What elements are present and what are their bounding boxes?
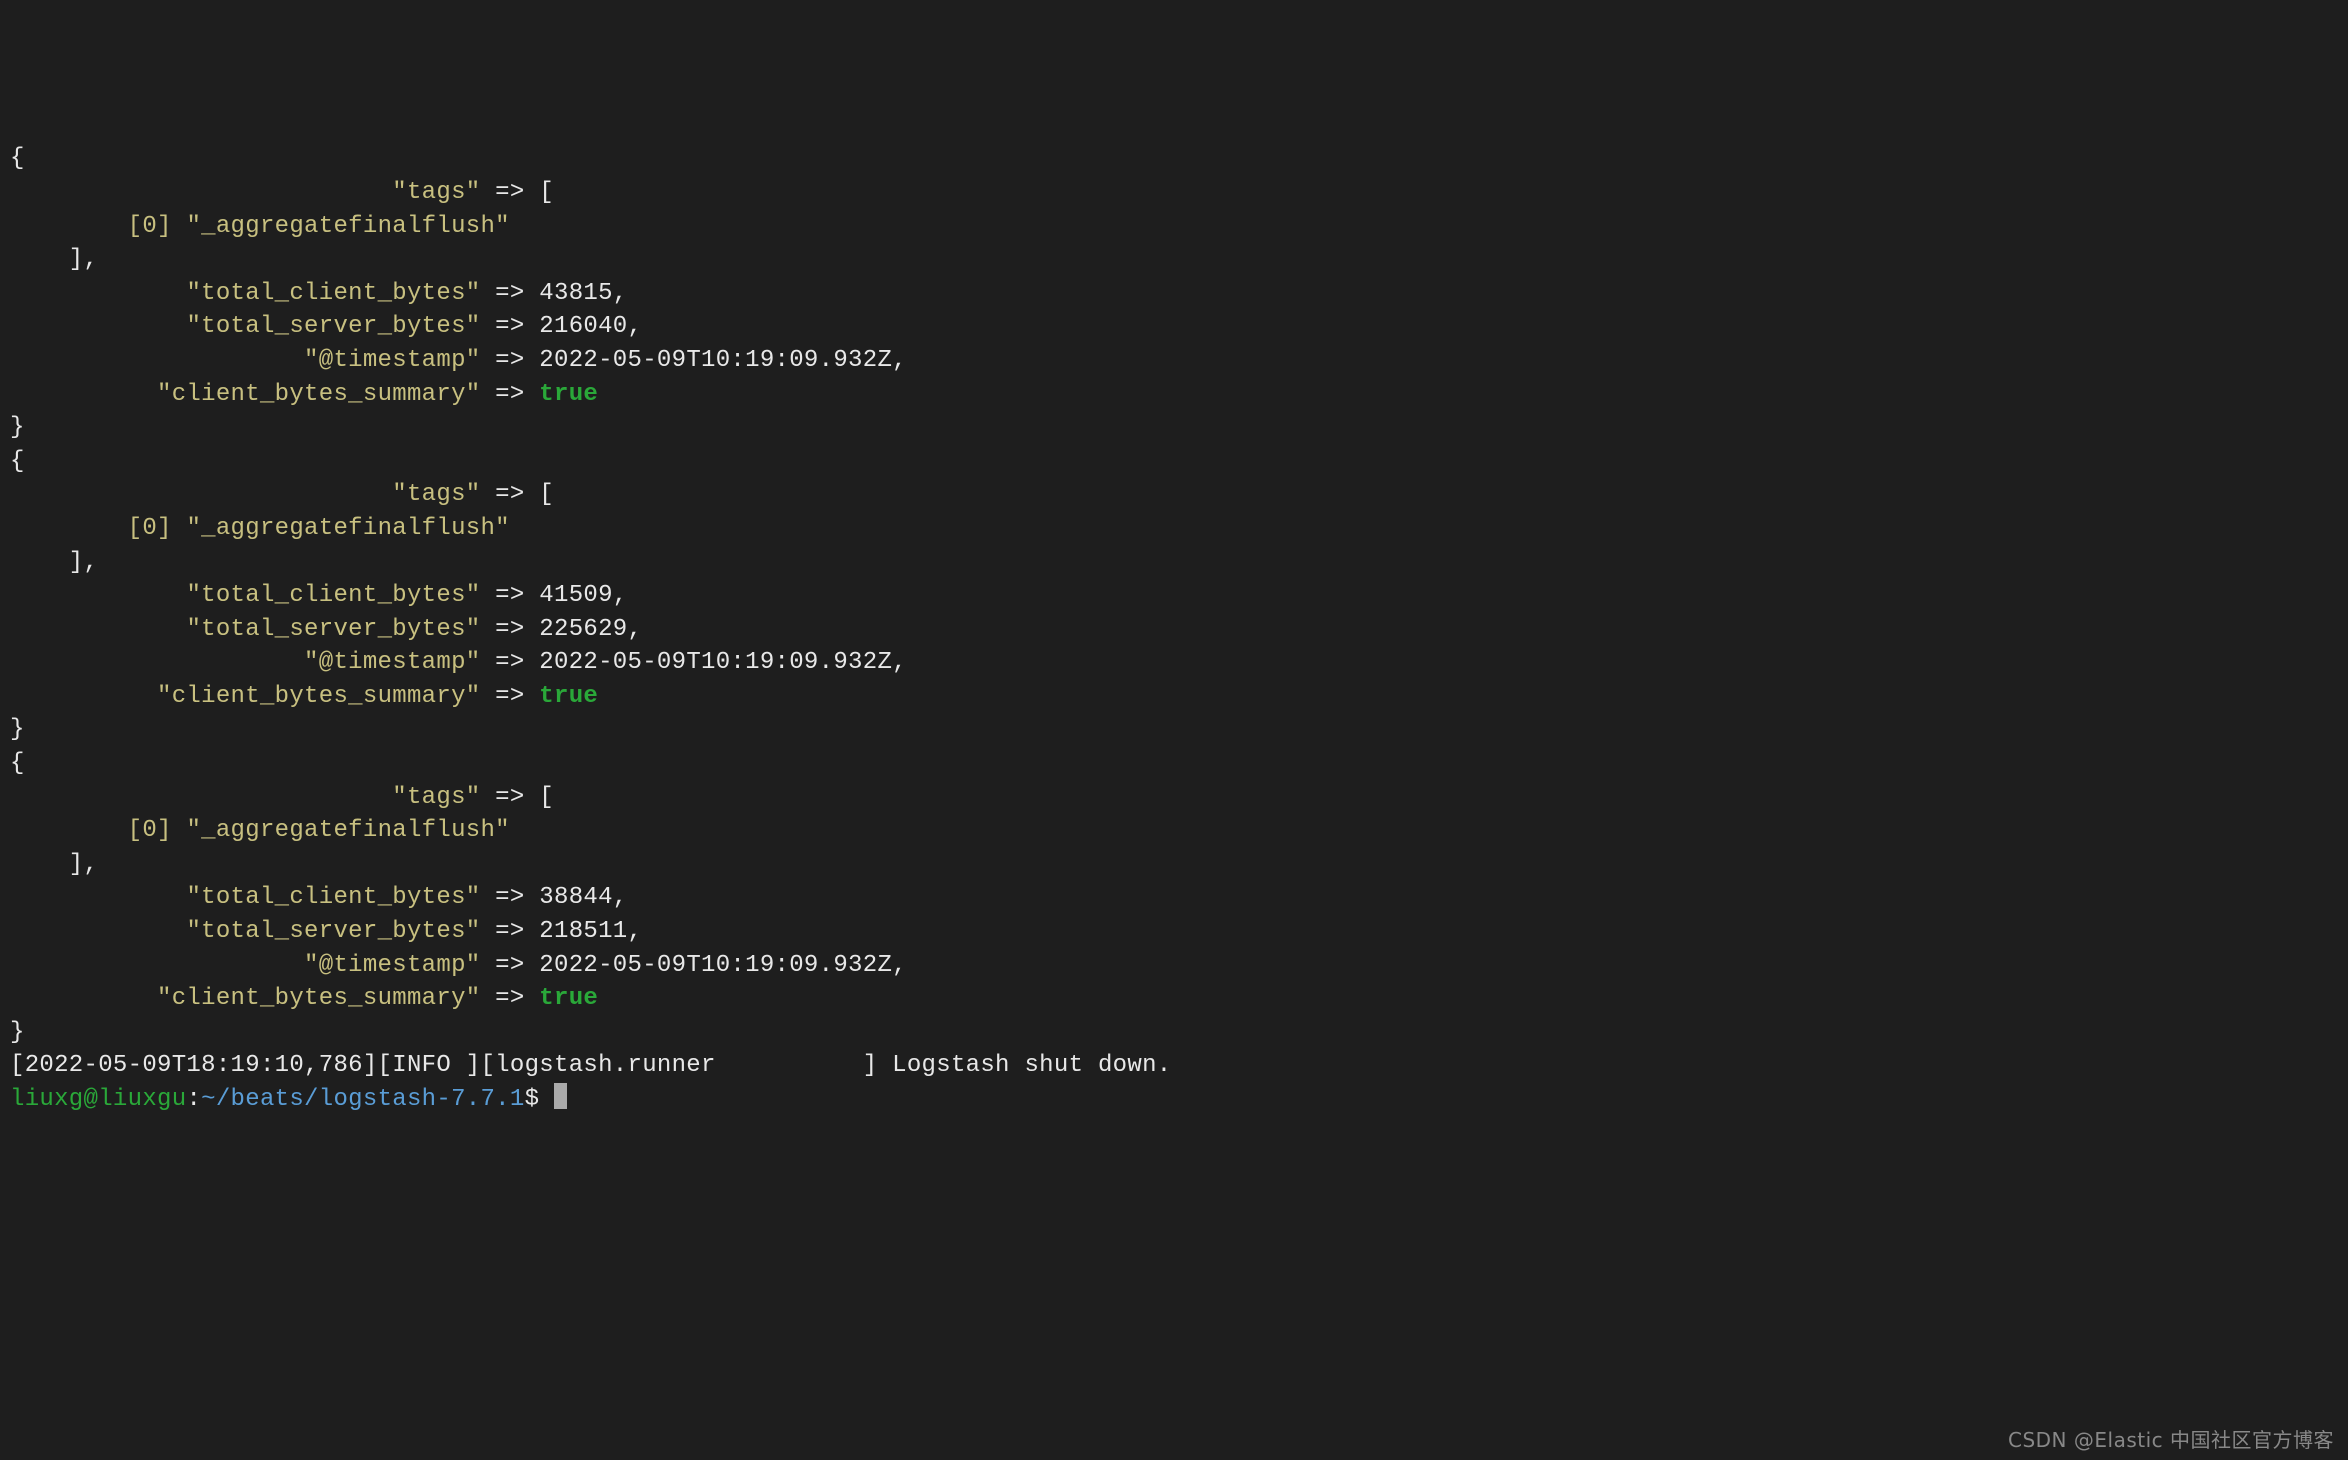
watermark: CSDN @Elastic 中国社区官方博客 (2008, 1426, 2334, 1454)
terminal-output: { "tags" => [ [0] "_aggregatefinalflush"… (10, 142, 2338, 1116)
cursor (554, 1083, 567, 1109)
